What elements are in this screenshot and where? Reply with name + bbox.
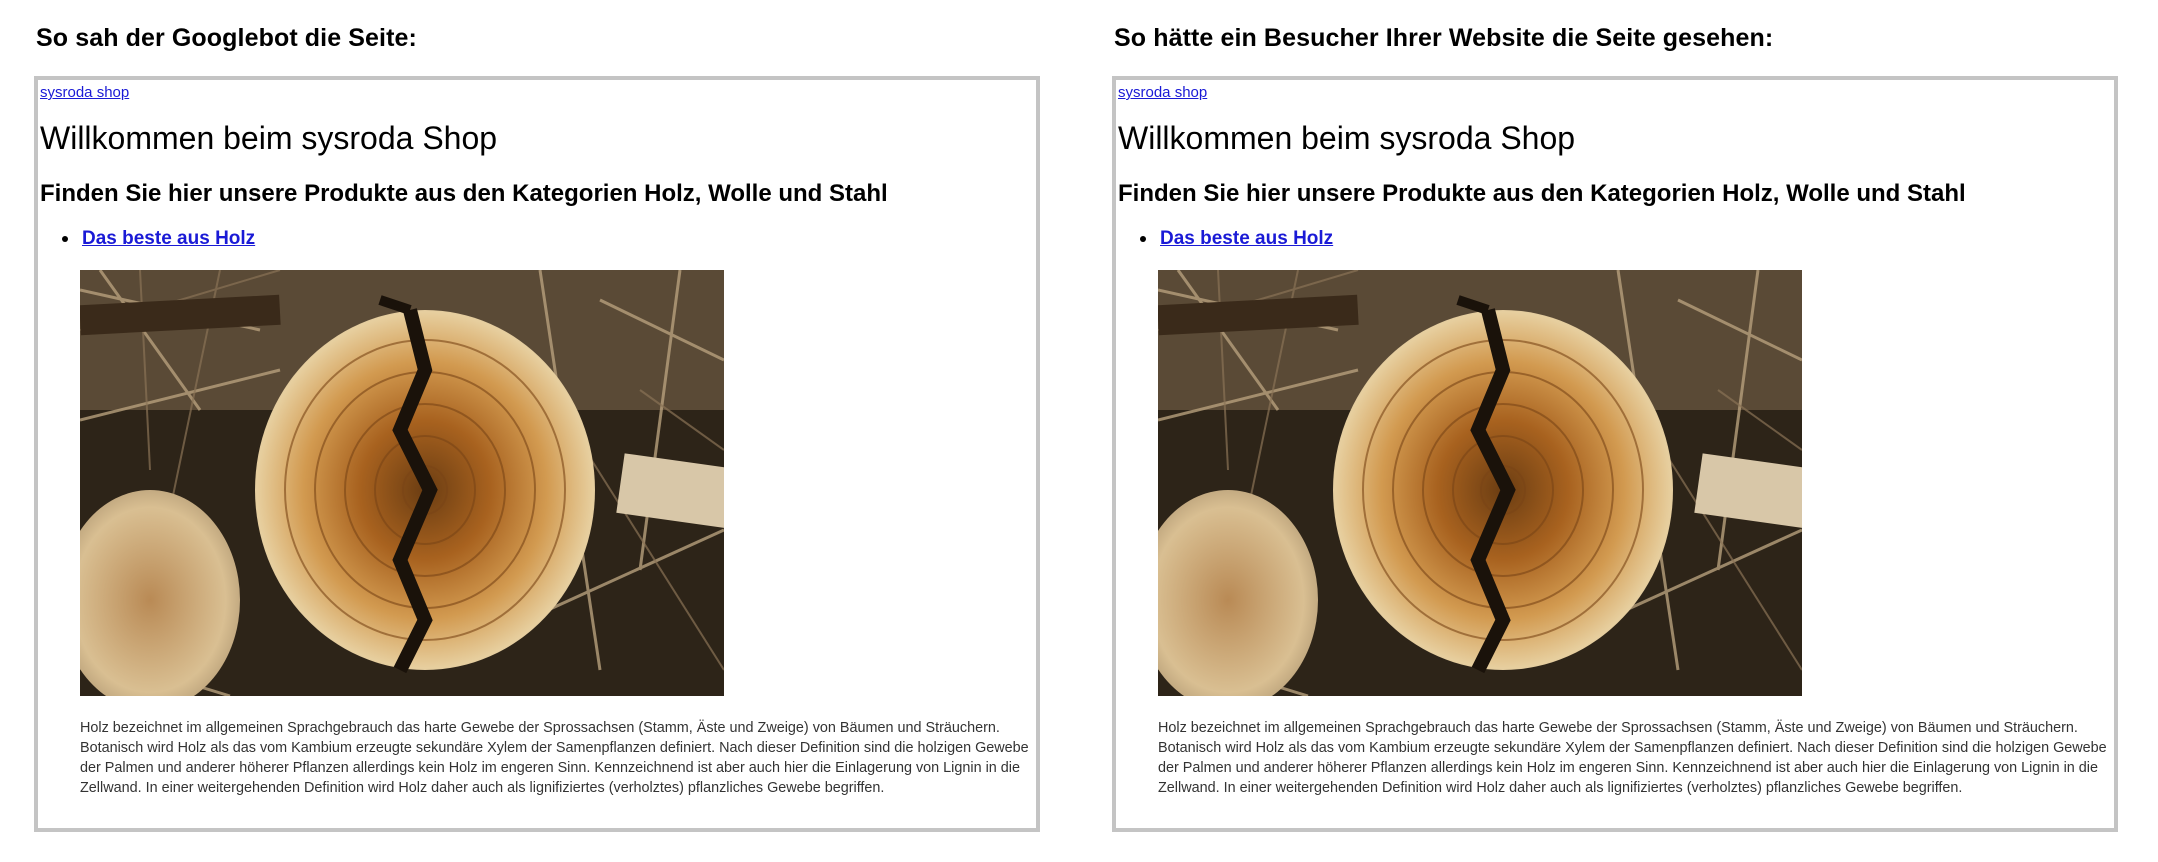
- bullet-icon: [62, 236, 68, 242]
- visitor-render-frame: sysroda shop Willkommen beim sysroda Sho…: [1112, 76, 2118, 832]
- wood-stump-photo: [80, 270, 724, 696]
- googlebot-view-heading: So sah der Googlebot die Seite:: [36, 24, 417, 52]
- page-subtitle: Finden Sie hier unsere Produkte aus den …: [1118, 180, 1966, 207]
- wood-stump-image: [80, 270, 724, 696]
- visitor-view-column: So hätte ein Besucher Ihrer Website die …: [1112, 0, 2122, 862]
- googlebot-view-column: So sah der Googlebot die Seite: sysroda …: [34, 0, 1044, 862]
- page-title: Willkommen beim sysroda Shop: [1118, 120, 1576, 156]
- visitor-view-heading: So hätte ein Besucher Ihrer Website die …: [1114, 24, 1774, 52]
- site-home-link[interactable]: sysroda shop: [1118, 84, 1207, 101]
- list-item: Das beste aus Holz: [1118, 228, 1333, 250]
- wood-stump-image: [1158, 270, 1802, 696]
- wood-stump-photo: [1158, 270, 1802, 696]
- page-subtitle: Finden Sie hier unsere Produkte aus den …: [40, 180, 888, 207]
- googlebot-render-frame: sysroda shop Willkommen beim sysroda Sho…: [34, 76, 1040, 832]
- wood-description-text: Holz bezeichnet im allgemeinen Sprachgeb…: [1158, 720, 2107, 796]
- wood-description-text: Holz bezeichnet im allgemeinen Sprachgeb…: [80, 720, 1029, 796]
- category-link-holz[interactable]: Das beste aus Holz: [1160, 228, 1333, 250]
- category-list: Das beste aus Holz: [40, 228, 255, 250]
- category-list: Das beste aus Holz: [1118, 228, 1333, 250]
- site-home-link[interactable]: sysroda shop: [40, 84, 129, 101]
- bullet-icon: [1140, 236, 1146, 242]
- page-title: Willkommen beim sysroda Shop: [40, 120, 498, 156]
- list-item: Das beste aus Holz: [40, 228, 255, 250]
- category-link-holz[interactable]: Das beste aus Holz: [82, 228, 255, 250]
